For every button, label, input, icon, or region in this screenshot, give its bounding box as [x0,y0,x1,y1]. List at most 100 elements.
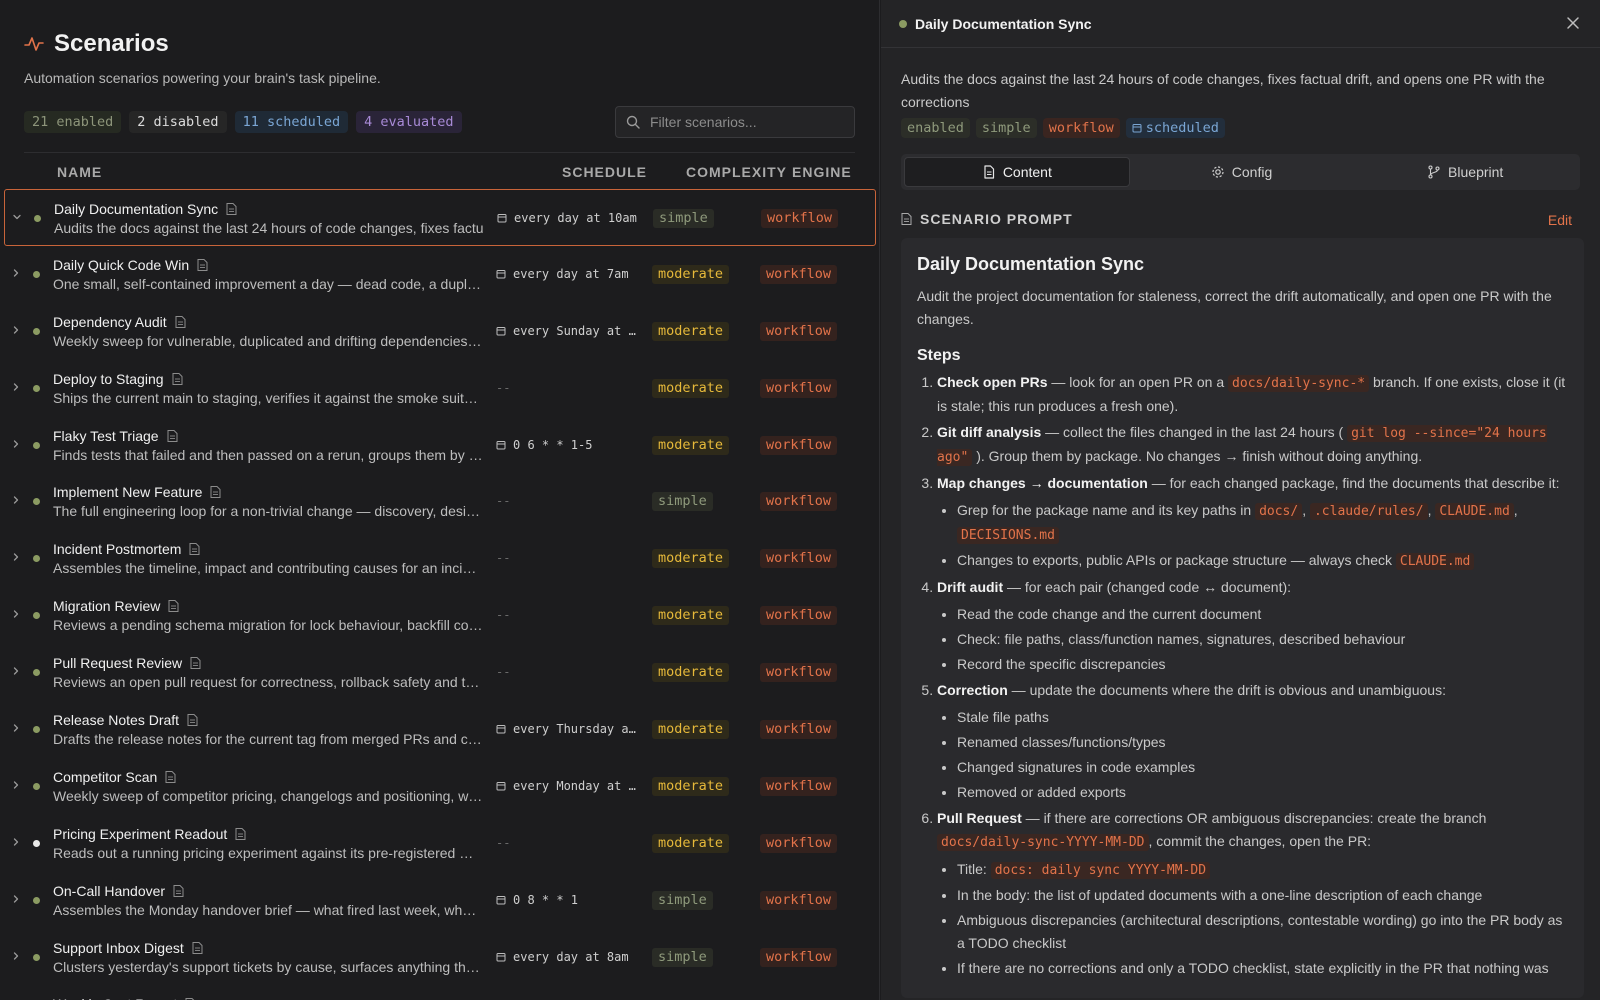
table-row[interactable]: Pricing Experiment Readout Reads out a ru… [0,815,879,872]
stat-evaluated[interactable]: 4 evaluated [356,111,462,133]
search-box[interactable] [615,106,855,138]
document-icon [210,486,221,499]
row-description: The full engineering loop for a non-triv… [53,503,480,520]
chevron-right-icon[interactable] [11,439,21,449]
col-header-complexity[interactable]: COMPLEXITY [686,164,787,180]
gear-icon [1212,166,1224,178]
step-3-item-1: Grep for the package name and its key pa… [957,499,1568,547]
chevron-right-icon[interactable] [11,894,21,904]
row-schedule-text: every Thursday a… [513,722,636,737]
document-icon [190,657,201,670]
row-name-text: Daily Documentation Sync [54,201,219,217]
row-name-text: Daily Quick Code Win [53,256,190,273]
chevron-right-icon[interactable] [11,382,21,392]
edit-button[interactable]: Edit [1548,212,1572,228]
step-3-item-2-code: CLAUDE.md [1395,553,1475,570]
table-row[interactable]: Migration Review Reviews a pending schema… [0,587,879,644]
status-dot [33,327,40,335]
chevron-right-icon[interactable] [11,609,21,619]
search-input[interactable] [650,114,844,130]
step-1-title: Check open PRs [937,374,1048,390]
tab-content[interactable]: Content [904,157,1130,187]
step-6-item-1-text: Title: [957,861,991,877]
row-name: Support Inbox Digest [53,940,203,956]
chevron-right-icon[interactable] [11,723,21,733]
step-5-item-4: Removed or added exports [957,781,1568,804]
chevron-right-icon[interactable] [11,495,21,505]
row-schedule: -- [496,836,636,850]
table-row[interactable]: Daily Documentation Sync Audits the docs … [4,189,876,246]
page-title: Scenarios [54,30,169,57]
col-header-engine[interactable]: ENGINE [792,164,852,180]
step-6-item-1-code: docs: daily sync YYYY-MM-DD [990,862,1211,879]
step-5-title: Correction [937,682,1008,698]
chevron-down-icon[interactable] [12,212,22,222]
chevron-right-icon[interactable] [11,268,21,278]
col-header-name[interactable]: NAME [57,164,102,180]
stat-enabled[interactable]: 21 enabled [24,111,122,133]
table-header: NAME SCHEDULE COMPLEXITY ENGINE [0,153,879,191]
complexity-badge: moderate [652,720,730,740]
chevron-right-icon[interactable] [11,951,21,961]
step-5: Correction — update the documents where … [937,679,1568,804]
code-decisions-md: DECISIONS.md [957,527,1059,544]
table-row[interactable]: Daily Quick Code Win One small, self-cont… [0,246,879,303]
chevron-right-icon[interactable] [11,780,21,790]
stat-disabled[interactable]: 2 disabled [129,111,227,133]
table-row[interactable]: Deploy to Staging Ships the current main … [0,360,879,417]
table-row[interactable]: Pull Request Review Reviews an open pull … [0,644,879,701]
row-name-text: Release Notes Draft [53,712,180,729]
table-row[interactable]: Incident Postmortem Assembles the timelin… [0,530,879,587]
table-row[interactable]: Release Notes Draft Drafts the release no… [0,701,879,758]
table-row[interactable]: On-Call Handover Assembles the Monday han… [0,872,879,929]
detail-header: Daily Documentation Sync [881,0,1600,48]
status-dot [33,498,40,506]
complexity-badge: simple [652,890,713,910]
row-name: Flaky Test Triage [53,428,178,444]
row-name-text: Support Inbox Digest [53,939,184,956]
step-6-item-3: Ambiguous discrepancies (architectural d… [957,909,1568,955]
document-icon [235,827,246,840]
row-schedule: 0 6 * * 1-5 [496,438,636,452]
row-description: Reviews an open pull request for correct… [53,674,480,691]
table-row[interactable]: Competitor Scan Weekly sweep of competito… [0,758,879,815]
chevron-right-icon[interactable] [11,325,21,335]
chevron-right-icon[interactable] [11,666,21,676]
step-3-item-1-text: Grep for the package name and its key pa… [957,502,1256,518]
chevron-right-icon[interactable] [11,837,21,847]
step-4-item-1: Read the code change and the current doc… [957,603,1568,626]
activity-icon [24,37,44,51]
engine-badge: workflow [760,549,838,569]
row-schedule: -- [496,381,636,395]
tab-content-label: Content [1002,164,1052,180]
table-row[interactable]: Flaky Test Triage Finds tests that failed… [0,417,879,474]
engine-badge: workflow [760,264,838,284]
document-icon [173,884,184,897]
step-3-item-2-text: Changes to exports, public APIs or packa… [957,552,1396,568]
row-schedule: every Thursday a… [496,722,636,736]
row-description: Drafts the release notes for the current… [53,731,482,748]
chevron-right-icon[interactable] [11,552,21,562]
close-icon[interactable] [1566,16,1580,30]
table-row[interactable]: Support Inbox Digest Clusters yesterday's… [0,929,879,986]
col-header-schedule[interactable]: SCHEDULE [562,164,647,180]
table-row[interactable]: Implement New Feature The full engineerin… [0,473,879,530]
table-row[interactable]: Weekly Cost Report [0,985,879,1000]
engine-badge: workflow [760,378,838,398]
row-schedule: every day at 7am [496,267,636,281]
document-icon [226,203,237,215]
stat-scheduled[interactable]: 11 scheduled [234,111,349,133]
calendar-icon [1132,124,1142,133]
row-schedule: -- [496,494,636,508]
engine-badge: workflow [760,663,838,683]
tab-blueprint-label: Blueprint [1448,164,1504,180]
table-row[interactable]: Dependency Audit Weekly sweep for vulnera… [0,303,879,360]
tab-blueprint[interactable]: Blueprint [1353,157,1577,187]
complexity-badge: moderate [652,606,730,626]
tag-enabled: enabled [901,118,970,138]
doc-lead: Audit the project documentation for stal… [917,288,1552,327]
app-root: Scenarios Automation scenarios powering … [0,0,1600,1000]
tab-config[interactable]: Config [1130,157,1354,187]
status-dot [33,839,40,847]
document-icon [168,600,179,613]
